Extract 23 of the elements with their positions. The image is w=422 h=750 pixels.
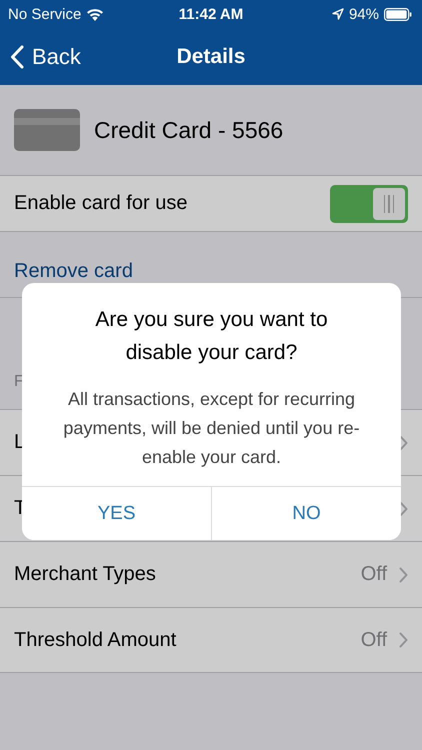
chevron-right-icon xyxy=(399,434,408,450)
battery-icon xyxy=(384,8,412,20)
chevron-left-icon xyxy=(10,44,24,68)
screen-title: Details xyxy=(176,44,246,68)
battery-percent: 94% xyxy=(348,6,379,22)
remove-card-link[interactable]: Remove card xyxy=(14,260,133,283)
back-button[interactable]: Back xyxy=(0,40,87,74)
dialog-title: Are you sure you want to disable your card? xyxy=(94,307,329,366)
location-arrow-icon xyxy=(332,8,344,20)
dialog-message: All transactions, except for recurring payments, will be denied until you re-enable your card. xyxy=(62,388,361,469)
toggle-switch[interactable] xyxy=(330,184,408,222)
card-name: Credit Card - 5566 xyxy=(94,116,284,144)
chevron-right-icon xyxy=(399,500,408,516)
carrier-label: No Service xyxy=(8,6,82,22)
settings-row[interactable]: Merchant Types Off xyxy=(0,541,422,607)
clock-time: 11:42 AM xyxy=(178,6,244,22)
settings-row[interactable]: Threshold Amount Off xyxy=(0,607,422,673)
chevron-right-icon xyxy=(399,566,408,582)
wifi-icon xyxy=(86,8,104,20)
dialog-button[interactable]: NO xyxy=(211,487,401,540)
chevron-right-icon xyxy=(399,632,408,648)
enable-card-label: Enable card for use xyxy=(14,192,188,215)
credit-card-icon xyxy=(14,109,80,151)
